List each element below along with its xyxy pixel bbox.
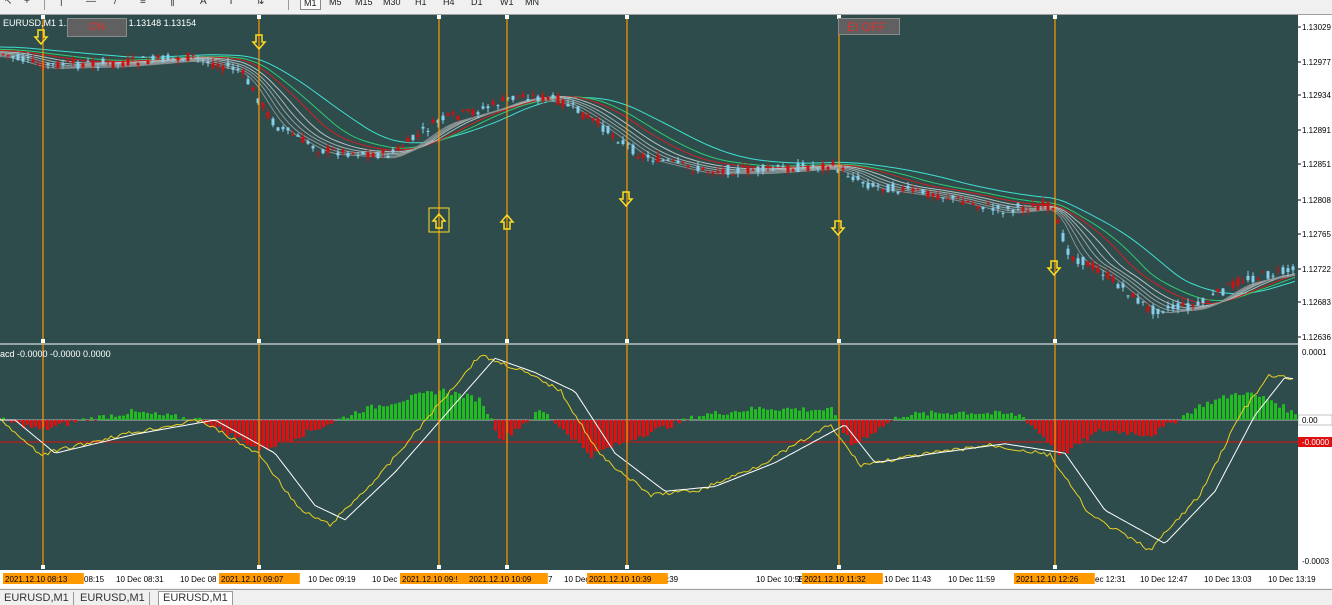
ei-off-button[interactable]: EI OFF	[838, 18, 900, 35]
time-tick-label: 10 Dec 12:47	[1140, 575, 1188, 584]
macd-tick-label: 0.0001	[1302, 348, 1327, 357]
timeframe-button-d1[interactable]: D1	[468, 0, 486, 8]
time-tick-label: 10 Dec 11:59	[948, 575, 996, 584]
time-tick-label: 2021.12.10 09:07	[221, 575, 284, 584]
price-tick-label: 1.12636	[1302, 333, 1331, 342]
price-tick-label: 1.12934	[1302, 91, 1331, 100]
macd-tick-label: -0.0000	[1302, 438, 1330, 447]
macd-signal-line	[0, 358, 1293, 543]
timeframe-button-m5[interactable]: M5	[326, 0, 345, 8]
time-tick-label: 2021.12.10 08:13	[5, 575, 68, 584]
time-tick-label: 10 Dec 08	[180, 575, 217, 584]
price-tick-label: 1.12808	[1302, 196, 1331, 205]
time-tick-label: 7	[548, 575, 553, 584]
sell-arrow-icon	[1048, 261, 1060, 275]
chart-tab[interactable]: EURUSD,M1	[0, 592, 74, 605]
macd-tick-label: 0.00	[1302, 416, 1318, 425]
channel-icon[interactable]: ∥	[170, 0, 175, 7]
trendline-icon[interactable]: /	[114, 0, 117, 7]
time-tick-label: 10 Dec 13:19	[1268, 575, 1316, 584]
time-tick-label: 10 Dec 11:43	[884, 575, 932, 584]
time-tick-label: 10 Dec 13:03	[1204, 575, 1252, 584]
timeframe-button-m15[interactable]: M15	[352, 0, 376, 8]
time-tick-label: 10 Dec	[372, 575, 397, 584]
price-tick-label: 1.12722	[1302, 265, 1331, 274]
chart-area[interactable]: 1.13029 1.12977 1.12934 1.12891 1.12851 1.128…	[0, 15, 1332, 588]
price-axis[interactable]: 1.13029 1.12977 1.12934 1.12891 1.12851 1.128…	[1298, 15, 1332, 570]
time-tick-label: 2021.12.10 09:!	[402, 575, 458, 584]
time-tick-label: 2021.12.10 11:32	[804, 575, 866, 584]
time-tick-label: 10 Dec 09:19	[308, 575, 356, 584]
price-tick-label: 1.12683	[1302, 298, 1331, 307]
moving-average-ribbon	[0, 47, 1295, 313]
price-tick-label: 1.12977	[1302, 58, 1331, 67]
fibonacci-icon[interactable]: ≡	[140, 0, 146, 7]
timeframe-button-h1[interactable]: H1	[412, 0, 430, 8]
macd-indicator-label: acd -0.0000 -0.0000 0.0000	[0, 349, 111, 359]
macd-main-line	[0, 355, 1293, 549]
timeframe-button-m30[interactable]: M30	[380, 0, 404, 8]
toolbar: ↖ + | — / ≡ ∥ A T ⇅ M1 M5 M15 M30 H1 H4 D1 W1 MN	[0, 0, 1332, 15]
price-tick-label: 1.12891	[1302, 126, 1331, 135]
time-tick-label: 10 Dec 08:31	[116, 575, 164, 584]
crosshair-icon[interactable]: +	[24, 0, 30, 7]
price-tick-label: 1.12851	[1302, 160, 1331, 169]
timeframe-button-w1[interactable]: W1	[497, 0, 517, 8]
text-icon[interactable]: A	[200, 0, 207, 7]
chart-tab[interactable]: EURUSD,M1	[76, 592, 150, 605]
time-axis[interactable]: 2021.12.10 08:13 08:15 10 Dec 08:31 10 Dec …	[0, 570, 1332, 588]
toolbar-separator	[288, 0, 289, 10]
chart-tab-bar: EURUSD,M1EURUSD,M1EURUSD,M1	[0, 589, 1332, 605]
on-button[interactable]: ON	[67, 18, 127, 37]
chart-tab[interactable]: EURUSD,M1	[158, 591, 233, 605]
timeframe-button-mn[interactable]: MN	[522, 0, 542, 8]
price-tick-label: 1.13029	[1302, 23, 1331, 32]
toolbar-separator	[44, 0, 45, 10]
time-tick-label: 08:15	[84, 575, 105, 584]
time-tick-label: 2021.12.10 12:26	[1016, 575, 1079, 584]
sell-arrow-icon	[620, 192, 632, 206]
timeframe-button-m1[interactable]: M1	[300, 0, 321, 10]
horizontal-line-icon[interactable]: —	[86, 0, 96, 7]
time-tick-label: :39	[667, 575, 679, 584]
price-tick-label: 1.12765	[1302, 230, 1331, 239]
sell-arrow-icon	[35, 30, 47, 44]
time-tick-label: 2021.12.10 10:39	[589, 575, 652, 584]
candlestick-series	[2, 52, 1295, 319]
macd-tick-label: -0.0003	[1302, 557, 1330, 566]
arrows-icon[interactable]: ⇅	[256, 0, 264, 7]
time-tick-label: 2021.12.10 10:09	[469, 575, 532, 584]
chart-canvas[interactable]	[0, 15, 1298, 570]
time-tick-label: ec 12:31	[1095, 575, 1126, 584]
vertical-line-icon[interactable]: |	[60, 0, 63, 7]
label-icon[interactable]: T	[228, 0, 234, 7]
time-tick-label: 10 Dec	[564, 575, 589, 584]
sell-arrow-icon	[832, 221, 844, 235]
timeframe-button-h4[interactable]: H4	[440, 0, 458, 8]
cursor-icon[interactable]: ↖	[4, 0, 12, 7]
